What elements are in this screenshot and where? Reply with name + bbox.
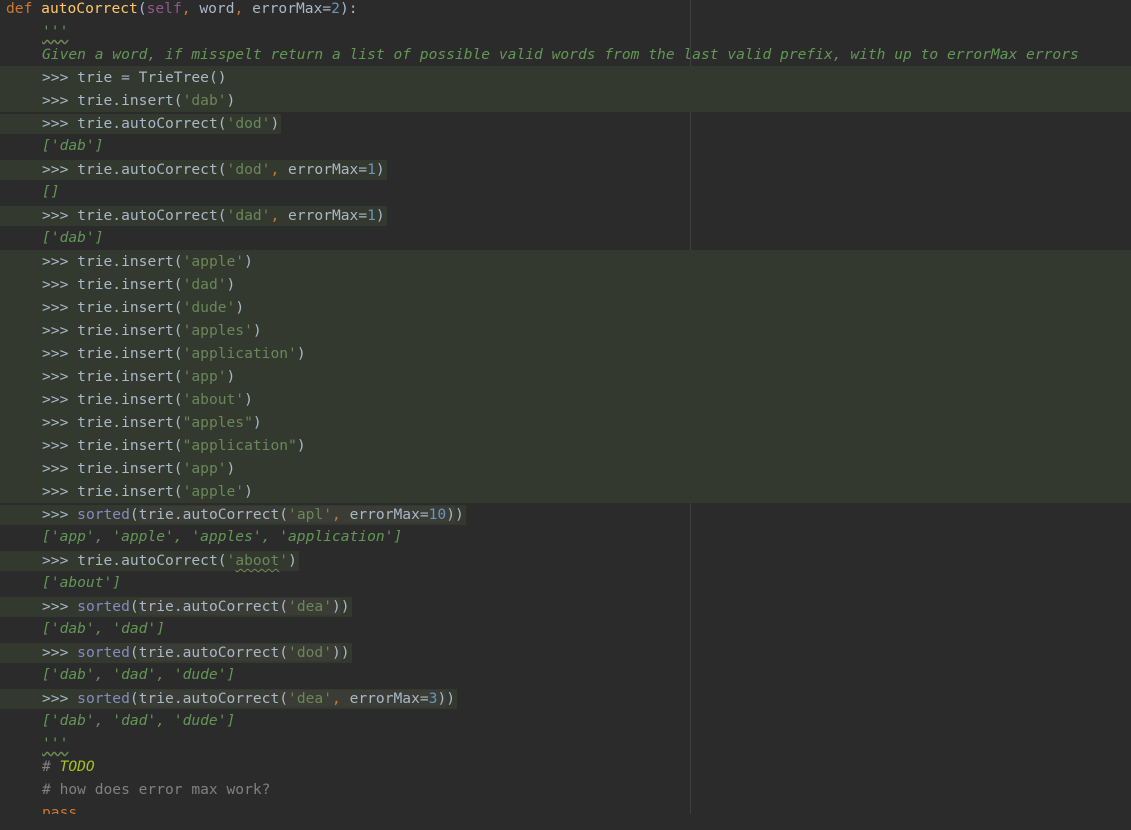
code-line-highlighted[interactable]: >>> trie.insert('dude') [0, 296, 1131, 319]
docstring-open: ''' [42, 23, 69, 40]
docstring-close: ''' [42, 735, 69, 752]
sorted-builtin: sorted [77, 506, 130, 523]
def-keyword: def [6, 0, 33, 17]
docstring-description: Given a word, if misspelt return a list … [42, 46, 1079, 63]
doctest-output: ['dab', 'dad', 'dude'] [42, 666, 236, 683]
doctest-output: ['dab'] [42, 229, 104, 246]
comment: # how does error max work? [42, 781, 271, 798]
code-line-highlighted[interactable]: >>> trie.insert('dab') [0, 89, 1131, 112]
code-line[interactable]: pass [0, 805, 1131, 814]
code-line-highlighted[interactable]: >>> trie.insert('application') [0, 342, 1131, 365]
code-line-highlighted[interactable]: >>> trie.insert('apple') [0, 480, 1131, 503]
code-line[interactable]: >>> sorted(trie.autoCorrect('dod')) [0, 641, 1131, 664]
doctest-output: ['dab', 'dad'] [42, 620, 166, 637]
code-line[interactable]: >>> sorted(trie.autoCorrect('dea')) [0, 595, 1131, 618]
code-line-highlighted[interactable]: >>> trie.insert('app') [0, 365, 1131, 388]
todo-marker: TODO [59, 758, 95, 775]
code-line-highlighted[interactable]: >>> trie.insert("application") [0, 434, 1131, 457]
code-line[interactable]: >>> trie.autoCorrect('aboot') [0, 549, 1131, 572]
code-line[interactable]: >>> trie.autoCorrect('dod', errorMax=1) [0, 158, 1131, 181]
pass-keyword: pass [42, 805, 78, 814]
code-line-highlighted[interactable]: >>> trie.insert('about') [0, 388, 1131, 411]
function-name: autoCorrect [41, 0, 138, 17]
doctest-output: ['dab'] [42, 137, 104, 154]
code-line[interactable]: >>> sorted(trie.autoCorrect('apl', error… [0, 503, 1131, 526]
typo-warning[interactable]: aboot [235, 552, 279, 569]
code-editor[interactable]: def autoCorrect(self, word, errorMax=2):… [0, 0, 1131, 814]
code-line-highlighted[interactable]: >>> trie.insert('dad') [0, 273, 1131, 296]
code-line[interactable]: >>> trie.autoCorrect('dod') [0, 112, 1131, 135]
code-line[interactable]: >>> trie.autoCorrect('dad', errorMax=1) [0, 204, 1131, 227]
doctest-output: ['app', 'apple', 'apples', 'application'… [42, 528, 403, 545]
code-line[interactable]: # how does error max work? [0, 782, 1131, 805]
code-line[interactable]: # TODO [0, 759, 1131, 782]
code-line[interactable]: ''' [0, 24, 1131, 47]
code-line[interactable]: >>> sorted(trie.autoCorrect('dea', error… [0, 687, 1131, 710]
code-line[interactable]: def autoCorrect(self, word, errorMax=2): [0, 1, 1131, 24]
self-param: self [146, 0, 182, 17]
code-line-highlighted[interactable]: >>> trie.insert("apples") [0, 411, 1131, 434]
code-line-highlighted[interactable]: >>> trie.insert('app') [0, 457, 1131, 480]
code-line[interactable]: ''' [0, 736, 1131, 759]
code-line-highlighted[interactable]: >>> trie.insert('apples') [0, 319, 1131, 342]
doctest-output: [] [42, 183, 60, 200]
code-line[interactable]: ['dab', 'dad', 'dude'] [0, 713, 1131, 736]
code-line-highlighted[interactable]: >>> trie = TrieTree() [0, 66, 1131, 89]
code-line-highlighted[interactable]: >>> trie.insert('apple') [0, 250, 1131, 273]
doctest-output: ['about'] [42, 574, 122, 591]
doctest-output: ['dab', 'dad', 'dude'] [42, 712, 236, 729]
